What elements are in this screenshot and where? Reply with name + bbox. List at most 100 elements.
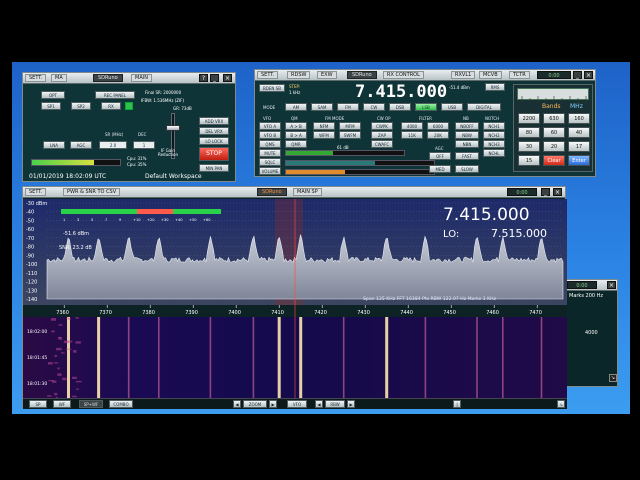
volume-button[interactable]: VOLUME (259, 167, 281, 175)
lna-button[interactable]: LNA (43, 141, 65, 149)
zoom-button[interactable]: ZOOM (243, 400, 267, 408)
qms-button[interactable]: QMS (259, 140, 281, 148)
mode-lsb-button[interactable]: LSB (415, 103, 437, 111)
main-ma-button[interactable]: MA (51, 74, 67, 82)
keypad-key-160[interactable]: 160 (568, 113, 590, 124)
keypad-key-clear[interactable]: Clear (543, 155, 565, 166)
agc-off-button[interactable]: OFF (429, 152, 451, 160)
dec-select[interactable]: 1 (133, 141, 155, 149)
side-close-icon[interactable]: × (607, 281, 616, 289)
sp-wf-mode-button[interactable]: SP+WF (79, 400, 103, 408)
vfo-a-button[interactable]: VFO A (259, 122, 281, 130)
help-icon[interactable]: ? (199, 74, 208, 82)
mode-am-button[interactable]: AM (285, 103, 307, 111)
filter-20k-button[interactable]: 20K (427, 131, 449, 139)
sqlc-button[interactable]: SQLC (259, 158, 281, 166)
sp-titlebar[interactable]: SETT. PWR & SNR TO CSV SDRuno MAIN SP 0:… (23, 187, 565, 198)
nch3-button[interactable]: NCH3 (483, 140, 505, 148)
stop-button[interactable]: STOP (199, 147, 229, 161)
bands-label[interactable]: Bands (542, 103, 561, 110)
mfm-button[interactable]: MFM (339, 122, 361, 130)
lo-value[interactable]: 7.515.000 (491, 227, 547, 240)
squelch-bar[interactable] (285, 150, 405, 156)
mode-usb-button[interactable]: USB (441, 103, 463, 111)
spectrum-waterfall-display[interactable]: -30 dBm -40 -50 -60 -70 -80 -90 -100 -110 -120 -13… (23, 199, 567, 399)
rms-button[interactable]: RMS (485, 83, 505, 91)
nbw-button[interactable]: NBW (455, 131, 479, 139)
swfm-button[interactable]: SWFM (339, 131, 361, 139)
close-icon[interactable]: × (223, 74, 232, 82)
sr-select[interactable]: 2.0 (99, 141, 127, 149)
keypad-key-60[interactable]: 60 (543, 127, 565, 138)
filter-11k-button[interactable]: 11K (401, 131, 423, 139)
keypad-key-2200[interactable]: 2200 (518, 113, 540, 124)
nch2-button[interactable]: NCH2 (483, 131, 505, 139)
combo-mode-button[interactable]: COMBO (109, 400, 133, 408)
sql-level-bar[interactable] (285, 160, 435, 166)
nboff-button[interactable]: NBOFF (455, 122, 479, 130)
lo-lock-button[interactable]: LO LOCK (199, 137, 229, 145)
rx-button[interactable]: RX (101, 102, 121, 110)
zap-button[interactable]: ZAP (371, 131, 393, 139)
keypad-key-20[interactable]: 20 (543, 141, 565, 152)
step-value[interactable]: 1 kHz (289, 90, 300, 95)
mcv-button[interactable]: MCVB (479, 71, 502, 79)
side-titlebar[interactable]: 0:00 × (561, 280, 617, 291)
mode-dsb-button[interactable]: DSB (389, 103, 411, 111)
rbw-left-icon[interactable]: ◀ (315, 400, 323, 408)
agc-slow-button[interactable]: SLOW (455, 165, 479, 173)
rbw-button[interactable]: RBW (325, 400, 345, 408)
zoom-right-icon[interactable]: ▶ (269, 400, 277, 408)
rdsw-button[interactable]: RDSW (287, 71, 311, 79)
cwpk-button[interactable]: CWPK (371, 122, 393, 130)
sp-frequency-display[interactable]: 7.415.000 (443, 205, 530, 225)
rxvl-button[interactable]: RXVL1 (451, 71, 476, 79)
sp-minimize-icon[interactable]: _ (541, 188, 550, 196)
nchl-button[interactable]: NCHL (483, 149, 505, 157)
sp-mode-button[interactable]: SP (29, 400, 47, 408)
mode-digital-button[interactable]: DIGITAL (467, 103, 501, 111)
rx-sett-button[interactable]: SETT. (257, 71, 279, 79)
keypad-key-17[interactable]: 17 (568, 141, 590, 152)
sp1-button[interactable]: SP1 (41, 102, 61, 110)
keypad-key-30[interactable]: 30 (518, 141, 540, 152)
sp-resize-icon[interactable]: ↘ (557, 400, 565, 408)
volume-slider[interactable] (285, 169, 435, 175)
qmr-button[interactable]: QMR (285, 140, 307, 148)
tctr-button[interactable]: TCTR (509, 71, 530, 79)
agc-button[interactable]: AGC (70, 141, 92, 149)
nbn-button[interactable]: NBN (455, 140, 479, 148)
nch1-button[interactable]: NCH1 (483, 122, 505, 130)
main-sett-button[interactable]: SETT. (25, 74, 47, 82)
sp2-button[interactable]: SP2 (71, 102, 91, 110)
rx-titlebar[interactable]: SETT. RDSW EXW SDRuno RX CONTROL RXVL1 M… (255, 70, 595, 81)
zoom-left-icon[interactable]: ◀ (233, 400, 241, 408)
main-titlebar[interactable]: SETT. MA SDRuno MAIN ? _ × (23, 73, 235, 84)
a-to-b-button[interactable]: A > B (285, 122, 307, 130)
rx-frequency-display[interactable]: 7.415.000 (355, 82, 447, 102)
agc-med-button[interactable]: MED (429, 165, 451, 173)
cwafc-button[interactable]: CWAFC (371, 140, 393, 148)
wf-mode-button[interactable]: WF (53, 400, 71, 408)
opt-button[interactable]: OPT (41, 91, 65, 99)
keypad-key-630[interactable]: 630 (543, 113, 565, 124)
rx-minimize-icon[interactable]: _ (573, 71, 582, 79)
pwr-snr-csv-button[interactable]: PWR & SNR TO CSV (63, 188, 121, 196)
del-vrx-button[interactable]: DEL VRX (199, 127, 229, 135)
b-to-a-button[interactable]: B > A (285, 131, 307, 139)
keypad-key-40[interactable]: 40 (568, 127, 590, 138)
add-vrx-button[interactable]: ADD VRX (199, 117, 229, 125)
mode-sam-button[interactable]: SAM (311, 103, 333, 111)
band-select-button[interactable]: BDEN SB (259, 84, 285, 92)
min-pan-button[interactable]: MIN PAN (199, 164, 229, 172)
sp-sett-button[interactable]: SETT. (25, 188, 47, 196)
keypad-key-enter[interactable]: Enter (568, 155, 590, 166)
exw-button[interactable]: EXW (317, 71, 337, 79)
wfm-button[interactable]: WFM (313, 131, 335, 139)
mute-button[interactable]: MUTE (259, 149, 281, 157)
mode-cw-button[interactable]: CW (363, 103, 385, 111)
resize-grip-icon[interactable]: ↘ (609, 374, 617, 382)
nfm-button[interactable]: NFM (313, 122, 335, 130)
keypad-key-80[interactable]: 80 (518, 127, 540, 138)
keypad-key-15[interactable]: 15 (518, 155, 540, 166)
